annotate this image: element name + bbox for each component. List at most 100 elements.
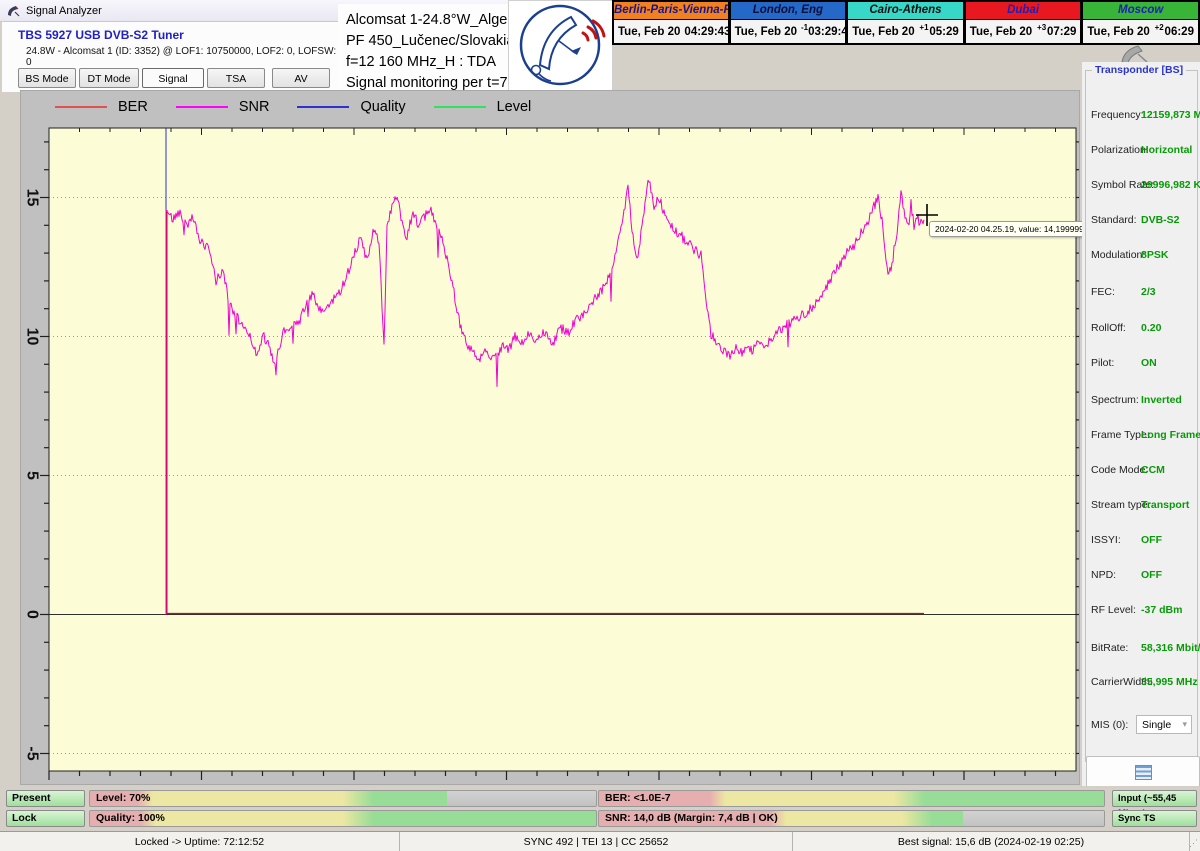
snr-chart-plot[interactable]: -5 0 5 10 15 — [21, 91, 1079, 784]
chevron-down-icon: ▾ — [1182, 719, 1187, 730]
clock-utc-offset: +1 — [919, 23, 930, 32]
clock-time-row: Tue, Feb 20 +105:29 — [848, 20, 963, 43]
tp-label: BitRate: — [1091, 642, 1128, 654]
tp-value: 8PSK — [1141, 249, 1168, 261]
signal-analyzer-window: { "window": { "title": "Signal Analyzer"… — [0, 0, 1200, 850]
statusbar-section-0: Locked -> Uptime: 72:12:52 — [0, 832, 400, 851]
tp-value: 35,995 MHz — [1141, 676, 1198, 688]
tab-dt-mode[interactable]: DT Mode — [79, 68, 139, 88]
meter-quality: Quality: 100% — [89, 810, 597, 827]
svg-text:0: 0 — [24, 610, 41, 619]
signal-meters: Present Level: 70% BER: <1.0E-7 Input (~55,… — [0, 786, 1200, 832]
tab-av-player[interactable]: AV Player — [272, 68, 330, 88]
meter-ber: BER: <1.0E-7 — [598, 790, 1105, 807]
clock-utc-offset: +2 — [1154, 23, 1165, 32]
tp-label: Spectrum: — [1091, 394, 1139, 406]
annotation-line: Alcomsat 1-24.8°W_Algeria — [346, 10, 510, 31]
tp-label: Standard: — [1091, 214, 1137, 226]
status-badge-present: Present — [6, 790, 85, 807]
annotation-line: f=12 160 MHz_H : TDA — [346, 52, 510, 73]
clock-utc-offset: -1 — [801, 23, 808, 32]
tuner-title: TBS 5927 USB DVB-S2 Tuner — [18, 28, 184, 42]
tp-value: -37 dBm — [1141, 604, 1182, 616]
clock-london-eng: London, EngTue, Feb 20-103:29:43 — [730, 0, 848, 45]
svg-text:-5: -5 — [24, 746, 41, 760]
mis-dropdown[interactable]: Single ▾ — [1136, 715, 1192, 734]
clock-date: Tue, Feb 20 — [970, 26, 1032, 38]
tp-label: NPD: — [1091, 569, 1116, 581]
clock-utc-offset: +3 — [1036, 23, 1047, 32]
tp-value: OFF — [1141, 534, 1162, 546]
statusbar-section-2: Best signal: 15,6 dB (2024-02-19 02:25) — [793, 832, 1190, 851]
tp-label: RollOff: — [1091, 322, 1126, 334]
meter-label: SNR: 14,0 dB (Margin: 7,4 dB | OK) — [605, 811, 778, 826]
world-clocks: Berlin-Paris-Vienna-Roma Tue, Feb 20 04:29… — [612, 0, 1200, 45]
tp-value: 58,316 Mbit/s — [1141, 642, 1200, 654]
mis-value: Single — [1142, 719, 1171, 731]
tp-value: 0.20 — [1141, 322, 1161, 334]
clock-moscow: Moscow Tue, Feb 20 +206:29 — [1082, 0, 1200, 45]
satellite-mini-icon — [1116, 42, 1150, 64]
tp-label: FEC: — [1091, 286, 1115, 298]
tp-label: Pilot: — [1091, 357, 1114, 369]
meter-label: Level: 70% — [96, 791, 150, 806]
tp-value: 2/3 — [1141, 286, 1156, 298]
tp-value: CCM — [1141, 464, 1165, 476]
meter-empty-region — [963, 811, 1104, 826]
svg-text:15: 15 — [24, 189, 41, 207]
mode-tabs: BS ModeDT ModeSignal Mon.TSA (OK) AV Play… — [2, 64, 342, 92]
meter-label: Quality: 100% — [96, 811, 165, 826]
clock-city: Berlin-Paris-Vienna-Roma — [614, 2, 728, 20]
tab-signal-mon-[interactable]: Signal Mon. — [142, 68, 204, 88]
clock-date: Tue, Feb 20 — [618, 26, 680, 38]
status-bar: Locked -> Uptime: 72:12:52SYNC 492 | TEI… — [0, 831, 1200, 851]
tp-value: Inverted — [1141, 394, 1182, 406]
tp-value: Horizontal — [1141, 144, 1192, 156]
clock-time-row: Tue, Feb 20+307:29 — [966, 20, 1081, 43]
clock-city: London, Eng — [731, 2, 846, 20]
transponder-title: Transponder [BS] — [1092, 64, 1186, 76]
tp-label: Frequency: — [1091, 109, 1144, 121]
statusbar-section-1: SYNC 492 | TEI 13 | CC 25652 — [400, 832, 793, 851]
meter-level: Level: 70% — [89, 790, 597, 807]
clock-dubai: DubaiTue, Feb 20+307:29 — [965, 0, 1083, 45]
clock-time-row: Tue, Feb 20 04:29:43 — [614, 20, 728, 43]
clock-city: Moscow — [1083, 2, 1198, 20]
resize-grip[interactable]: ⋰ — [1190, 832, 1200, 851]
clock-time: 04:29:43 — [684, 26, 730, 38]
status-badge-lock: Lock — [6, 810, 85, 827]
svg-text:5: 5 — [24, 471, 41, 480]
status-badge-input-55-45-mbps-: Input (~55,45 Mbps) — [1112, 790, 1197, 807]
tp-value: Long Frame — [1141, 429, 1200, 441]
stream-list-icon — [1135, 765, 1152, 780]
tp-label: Modulation: — [1091, 249, 1145, 261]
tab-bs-mode[interactable]: BS Mode — [18, 68, 76, 88]
annotation-line: PF 450_Lučenec/Slovakia — [346, 31, 510, 52]
tp-value: ON — [1141, 357, 1157, 369]
transponder-groupbox: Transponder [BS] Frequency:12159,873 MHz… — [1085, 70, 1198, 762]
window-title: Signal Analyzer — [26, 5, 102, 17]
clock-date: Tue, Feb 20 — [1087, 26, 1149, 38]
tp-label: ISSYI: — [1091, 534, 1121, 546]
meter-snr: SNR: 14,0 dB (Margin: 7,4 dB | OK) — [598, 810, 1105, 827]
meter-label: BER: <1.0E-7 — [605, 791, 671, 806]
tp-value: 12159,873 MHz — [1141, 109, 1200, 121]
tp-value: OFF — [1141, 569, 1162, 581]
status-badge-sync-ts: Sync TS — [1112, 810, 1197, 827]
clock-date: Tue, Feb 20 — [852, 26, 914, 38]
clock-time: 05:29 — [929, 26, 958, 38]
clock-time: 06:29 — [1165, 26, 1194, 38]
mis-label: MIS (0): — [1091, 719, 1128, 731]
monitoring-annotation: Alcomsat 1-24.8°W_AlgeriaPF 450_Lučenec/… — [338, 4, 510, 92]
tab-tsa-ok-[interactable]: TSA (OK) — [207, 68, 265, 88]
svg-text:10: 10 — [24, 328, 41, 346]
clock-cairo-athens: Cairo-Athens Tue, Feb 20 +105:29 — [847, 0, 965, 45]
app-satellite-icon — [6, 4, 20, 18]
stream-list-button[interactable] — [1086, 756, 1200, 788]
clock-city: Dubai — [966, 2, 1081, 20]
tp-label: Code Mode: — [1091, 464, 1148, 476]
tp-label: RF Level: — [1091, 604, 1136, 616]
clock-city: Cairo-Athens — [848, 2, 963, 20]
clock-time-row: Tue, Feb 20 +206:29 — [1083, 20, 1198, 43]
signal-chart-surface: BERSNRQualityLevel -5051015 2024-02-20 0… — [20, 90, 1080, 785]
